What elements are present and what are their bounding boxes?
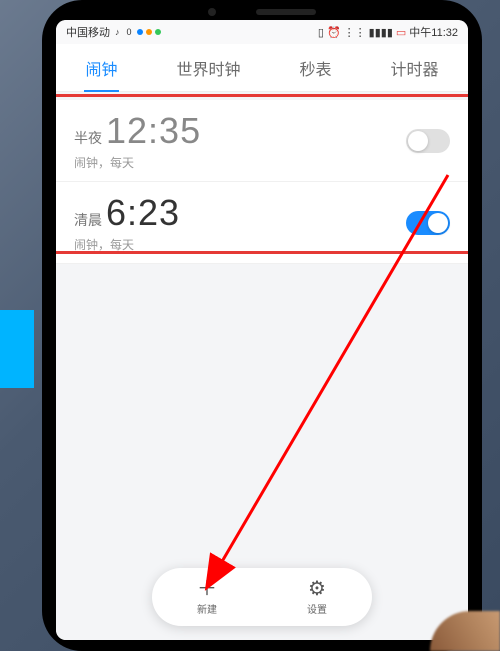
phone-screen: 中国移动 ♪ 0 ▯ ⏰ ⋮⋮ ▮▮▮▮ ▭ 中午11:32 闹钟 世界时钟 秒… bbox=[56, 20, 468, 640]
plus-icon: ＋ bbox=[197, 579, 217, 599]
bottom-action-bar: ＋ 新建 ⚙ 设置 bbox=[152, 568, 372, 626]
alarm-period: 半夜 bbox=[74, 128, 102, 148]
status-bar: 中国移动 ♪ 0 ▯ ⏰ ⋮⋮ ▮▮▮▮ ▭ 中午11:32 bbox=[56, 20, 468, 44]
new-alarm-button[interactable]: ＋ 新建 bbox=[197, 579, 217, 616]
audio-icon: ♪ bbox=[113, 27, 122, 37]
status-extra: 0 bbox=[125, 27, 134, 37]
tab-bar: 闹钟 世界时钟 秒表 计时器 bbox=[56, 44, 468, 92]
gear-icon: ⚙ bbox=[308, 579, 326, 599]
alarm-period: 清晨 bbox=[74, 210, 102, 230]
status-dot-2 bbox=[146, 29, 152, 35]
carrier-label: 中国移动 bbox=[66, 24, 110, 40]
status-dot-1 bbox=[137, 29, 143, 35]
alarm-toggle[interactable] bbox=[406, 211, 450, 235]
signal-icon: ▮▮▮▮ bbox=[369, 26, 393, 39]
alarm-toggle[interactable] bbox=[406, 129, 450, 153]
tab-alarm[interactable]: 闹钟 bbox=[79, 44, 123, 92]
wifi-icon: ⋮⋮ bbox=[344, 26, 366, 39]
tab-stopwatch[interactable]: 秒表 bbox=[293, 44, 337, 92]
status-dot-3 bbox=[155, 29, 161, 35]
alarm-item[interactable]: 清晨 6:23 闹钟，每天 bbox=[56, 182, 468, 264]
tutorial-badge bbox=[0, 310, 34, 388]
battery-icon: ▭ bbox=[396, 26, 406, 39]
clock-label: 中午11:32 bbox=[409, 24, 458, 40]
tab-world-clock[interactable]: 世界时钟 bbox=[170, 44, 246, 92]
settings-label: 设置 bbox=[307, 601, 327, 616]
content-area: 半夜 12:35 闹钟，每天 清晨 6:23 bbox=[56, 92, 468, 640]
alarm-time: 12:35 bbox=[106, 110, 201, 152]
alarm-subtitle: 闹钟，每天 bbox=[74, 154, 406, 171]
tab-timer[interactable]: 计时器 bbox=[384, 44, 444, 92]
settings-button[interactable]: ⚙ 设置 bbox=[307, 579, 327, 616]
phone-frame: 中国移动 ♪ 0 ▯ ⏰ ⋮⋮ ▮▮▮▮ ▭ 中午11:32 闹钟 世界时钟 秒… bbox=[42, 0, 482, 651]
phone-notch bbox=[177, 6, 347, 18]
alarm-time: 6:23 bbox=[106, 192, 180, 234]
alarm-subtitle: 闹钟，每天 bbox=[74, 236, 406, 253]
vibrate-icon: ▯ bbox=[318, 26, 324, 39]
alarm-list: 半夜 12:35 闹钟，每天 清晨 6:23 bbox=[56, 100, 468, 264]
alarm-icon: ⏰ bbox=[327, 26, 341, 39]
alarm-item[interactable]: 半夜 12:35 闹钟，每天 bbox=[56, 100, 468, 182]
new-alarm-label: 新建 bbox=[197, 601, 217, 616]
